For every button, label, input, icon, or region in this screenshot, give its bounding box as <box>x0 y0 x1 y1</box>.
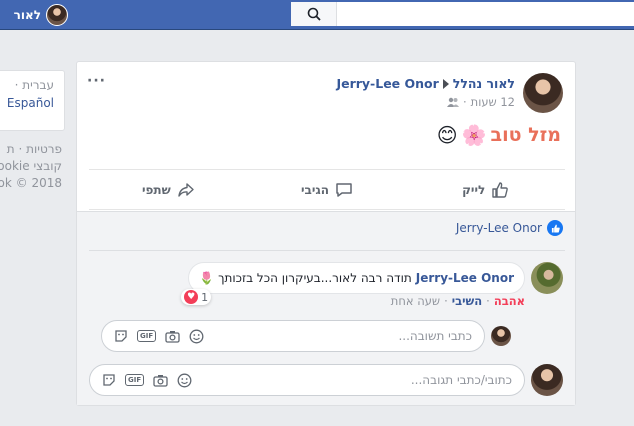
post-meta: לאור נהלל Jerry-Lee Onor 12 שעות · <box>336 73 515 115</box>
post-body: מזל טוב 🌸 😊 <box>437 124 561 146</box>
post-card: לאור נהלל Jerry-Lee Onor 12 שעות · ··· מ… <box>76 61 576 406</box>
author-avatar[interactable] <box>523 73 563 113</box>
emoji-icon[interactable] <box>177 373 192 388</box>
post-actions: לייק הגיבי שתפי <box>89 169 565 210</box>
commenter-avatar[interactable] <box>531 262 563 294</box>
reply-composer: כתבי תשובה... GIF <box>101 320 511 352</box>
comment-composer: כתובי/כתבי תגובה... GIF <box>89 364 563 396</box>
reaction-count: 1 <box>201 290 209 304</box>
post-header: לאור נהלל Jerry-Lee Onor 12 שעות · <box>336 73 563 115</box>
comments-section: Jerry-Lee Onor Jerry-Lee Onor תודה רבה ל… <box>77 211 575 405</box>
more-options-button[interactable]: ··· <box>87 73 106 89</box>
language-option-espanol[interactable]: Español <box>0 96 54 110</box>
search-input[interactable] <box>291 2 634 26</box>
footer-privacy-link[interactable]: פרטיות · ת <box>0 141 62 158</box>
comment-button[interactable]: הגיבי <box>248 170 407 209</box>
reply-link[interactable]: השיבי <box>452 294 482 308</box>
reply-placeholder: כתבי תשובה... <box>398 329 472 343</box>
profile-name[interactable]: לאור <box>14 8 41 22</box>
camera-icon[interactable] <box>165 330 180 343</box>
post-timestamp: 12 שעות · <box>336 95 515 109</box>
footer-copyright: Facebook © 2018 <box>0 176 62 190</box>
gif-icon[interactable]: GIF <box>137 330 157 342</box>
smile-emoji: 😊 <box>436 123 458 147</box>
comment-tools: GIF <box>102 373 192 388</box>
target-name[interactable]: Jerry-Lee Onor <box>336 76 438 91</box>
thumbs-up-icon <box>492 181 509 198</box>
divider <box>89 250 565 251</box>
share-arrow-icon <box>177 182 194 197</box>
comment-actions: אהבה · השיבי · שעה אחת <box>391 294 525 308</box>
emoji-icon[interactable] <box>189 329 204 344</box>
comment-placeholder: כתובי/כתבי תגובה... <box>410 373 512 387</box>
top-avatar[interactable] <box>46 4 68 26</box>
reply-avatar <box>491 326 511 346</box>
comment-reactions[interactable]: 1 ♥ <box>181 289 212 305</box>
language-selector: עברית · Español <box>0 70 65 131</box>
like-label: לייק <box>462 182 486 197</box>
footer-cookies-link[interactable]: קובצי Cookie <box>0 158 62 175</box>
comment-bubble: Jerry-Lee Onor תודה רבה לאור...בעיקרון ה… <box>181 262 525 305</box>
search-icon <box>307 7 321 21</box>
comment-item: Jerry-Lee Onor תודה רבה לאור...בעיקרון ה… <box>181 262 563 305</box>
like-reaction-icon <box>547 220 563 236</box>
sticker-icon[interactable] <box>114 329 128 343</box>
profile-link[interactable]: לאור <box>14 3 68 27</box>
friends-audience-icon[interactable] <box>447 97 459 107</box>
love-link[interactable]: אהבה <box>494 294 525 308</box>
post-time-text[interactable]: 12 שעות <box>471 95 515 109</box>
reply-tools: GIF <box>114 329 204 344</box>
comment-time[interactable]: שעה אחת <box>391 294 440 308</box>
search-button[interactable] <box>291 2 337 26</box>
like-button[interactable]: לייק <box>406 170 565 209</box>
current-language: עברית · <box>14 78 54 92</box>
heart-icon: ♥ <box>184 290 199 304</box>
tulip-emoji: 🌷 <box>199 271 215 285</box>
sticker-icon[interactable] <box>102 373 116 387</box>
gif-icon[interactable]: GIF <box>125 374 145 386</box>
dot-separator: · <box>444 294 448 308</box>
comment-input[interactable]: כתובי/כתבי תגובה... GIF <box>89 364 525 396</box>
likes-summary[interactable]: Jerry-Lee Onor <box>456 220 563 236</box>
arrow-right-icon <box>442 78 449 89</box>
speech-bubble-icon <box>336 182 352 197</box>
comment-author[interactable]: Jerry-Lee Onor <box>416 271 514 285</box>
likes-names[interactable]: Jerry-Lee Onor <box>456 221 542 235</box>
comment-label: הגיבי <box>300 182 329 197</box>
post-text: מזל טוב <box>490 124 561 146</box>
post-names: לאור נהלל Jerry-Lee Onor <box>336 76 515 91</box>
dot-separator: · <box>486 294 490 308</box>
blossom-emoji: 🌸 <box>461 123 487 147</box>
author-name[interactable]: לאור נהלל <box>453 76 515 91</box>
camera-icon[interactable] <box>153 374 168 387</box>
footer-links: פרטיות · ת קובצי Cookie Facebook © 2018 <box>0 141 62 192</box>
share-button[interactable]: שתפי <box>89 170 248 209</box>
comment-text: תודה רבה לאור...בעיקרון הכל בזכותך <box>218 271 412 285</box>
share-label: שתפי <box>141 182 171 197</box>
top-navigation-bar: לאור <box>0 0 634 30</box>
reply-input[interactable]: כתבי תשובה... GIF <box>101 320 485 352</box>
dot-separator: · <box>463 95 467 109</box>
composer-avatar <box>531 364 563 396</box>
